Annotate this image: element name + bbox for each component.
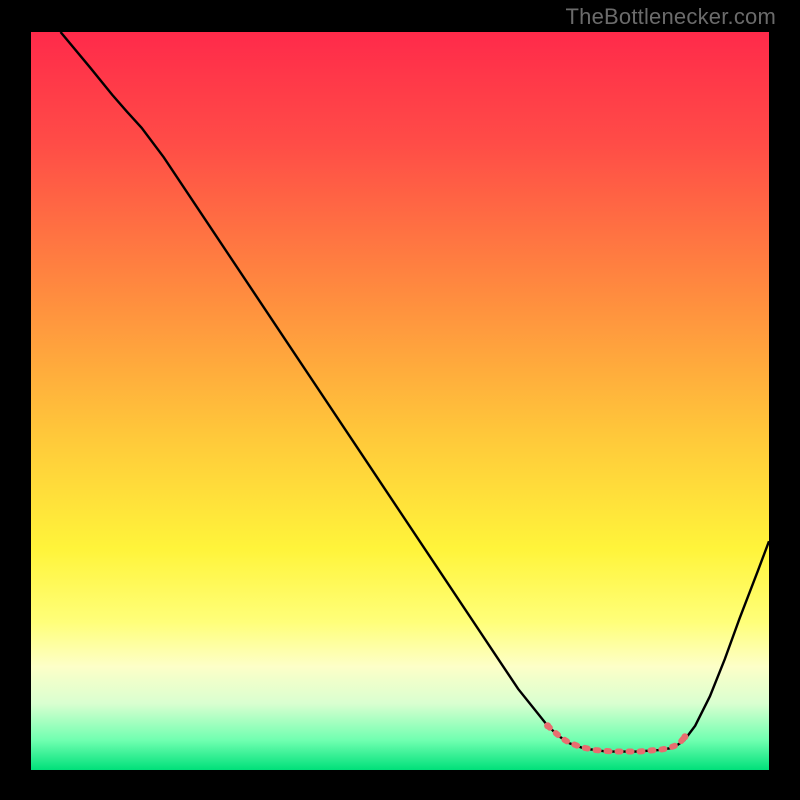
highlight-end-dot <box>681 733 688 740</box>
watermark-label: TheBottlenecker.com <box>566 4 776 30</box>
bottleneck-chart <box>0 0 800 800</box>
gradient-plot-area <box>31 32 769 770</box>
highlight-start-dot <box>544 722 551 729</box>
